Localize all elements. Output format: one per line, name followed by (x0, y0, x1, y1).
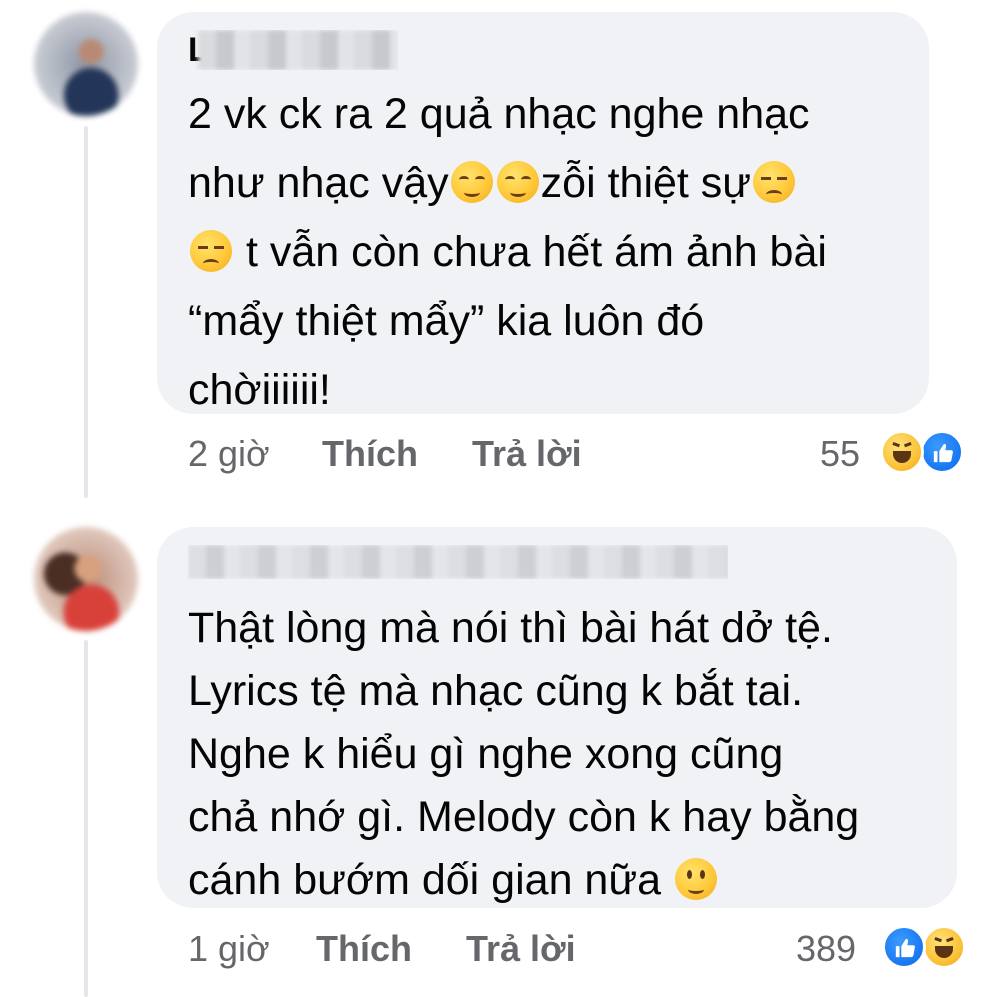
comment-line: Thật lòng mà nói thì bài hát dở tệ. (188, 604, 833, 652)
reaction-count: 389 (796, 928, 857, 969)
comment-author-name[interactable] (188, 545, 728, 579)
slightly-smiling-face-icon (675, 858, 717, 900)
relieved-face-icon (450, 161, 493, 203)
comment-author-name[interactable]: L (188, 30, 398, 70)
comment-line: Nghe k hiểu gì nghe xong cũng (188, 730, 784, 778)
unamused-face-icon (190, 230, 232, 272)
haha-icon (880, 430, 924, 474)
haha-icon (922, 925, 966, 969)
redacted-name-mask (188, 545, 728, 579)
comment-line: như nhạc vậy (188, 159, 449, 207)
like-button[interactable]: Thích (316, 929, 412, 969)
thread-line (84, 126, 88, 498)
like-icon (920, 430, 964, 474)
reaction-count: 55 (820, 433, 861, 474)
comment-line: t vẫn còn chưa hết ám ảnh bài (245, 228, 827, 276)
reply-button[interactable]: Trả lời (466, 929, 576, 969)
redacted-name-mask (198, 30, 398, 70)
comment-line: 2 vk ck ra 2 quả nhạc nghe nhạc (188, 90, 810, 138)
like-icon (882, 925, 926, 969)
comment-line: zỗi thiệt sự (540, 159, 752, 207)
comment-text: 2 vk ck ra 2 quả nhạc nghe nhạc như nhạc… (188, 80, 918, 425)
comment-line: chả nhớ gì. Melody còn k hay bằng (188, 793, 860, 841)
comment-line: Lyrics tệ mà nhạc cũng k bắt tai. (188, 667, 804, 715)
avatar[interactable] (34, 12, 138, 116)
comment-line: chờiiiiii! (188, 366, 331, 414)
comment-timestamp[interactable]: 2 giờ (188, 434, 270, 474)
reply-button[interactable]: Trả lời (472, 434, 582, 474)
comment-text: Thật lòng mà nói thì bài hát dở tệ. Lyri… (188, 597, 948, 912)
relieved-face-icon (496, 161, 539, 203)
thread-line (84, 640, 88, 997)
comment-line: “mẩy thiệt mẩy” kia luôn đó (188, 297, 705, 345)
like-button[interactable]: Thích (322, 434, 418, 474)
comment-line: cánh bướm dối gian nữa (188, 856, 662, 904)
avatar[interactable] (34, 527, 138, 631)
comment-timestamp[interactable]: 1 giờ (188, 929, 270, 969)
unamused-face-icon (753, 161, 796, 203)
